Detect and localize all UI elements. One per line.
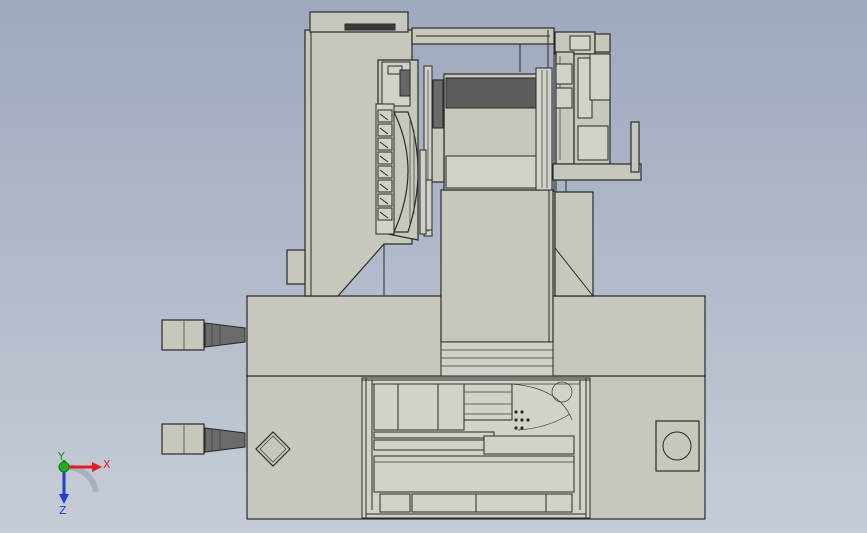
side-block [286, 249, 306, 285]
machine-drawing: X Y Z [57, 11, 706, 520]
connector-bottom [161, 423, 246, 455]
z-axis-label: Z [59, 504, 67, 517]
right-slide-housing [554, 191, 594, 297]
central-ram [440, 189, 554, 343]
connector-top [161, 319, 246, 351]
guide-rail [535, 67, 553, 191]
round-window-plate [655, 420, 700, 472]
y-axis-label: Y [57, 450, 65, 463]
coordinate-triad: X Y Z [57, 450, 111, 517]
cad-viewport[interactable]: X Y Z [0, 0, 867, 533]
rail-post [630, 121, 640, 173]
side-rail [552, 163, 642, 181]
x-axis-label: X [103, 458, 111, 471]
spindle-dark-band [445, 77, 539, 109]
